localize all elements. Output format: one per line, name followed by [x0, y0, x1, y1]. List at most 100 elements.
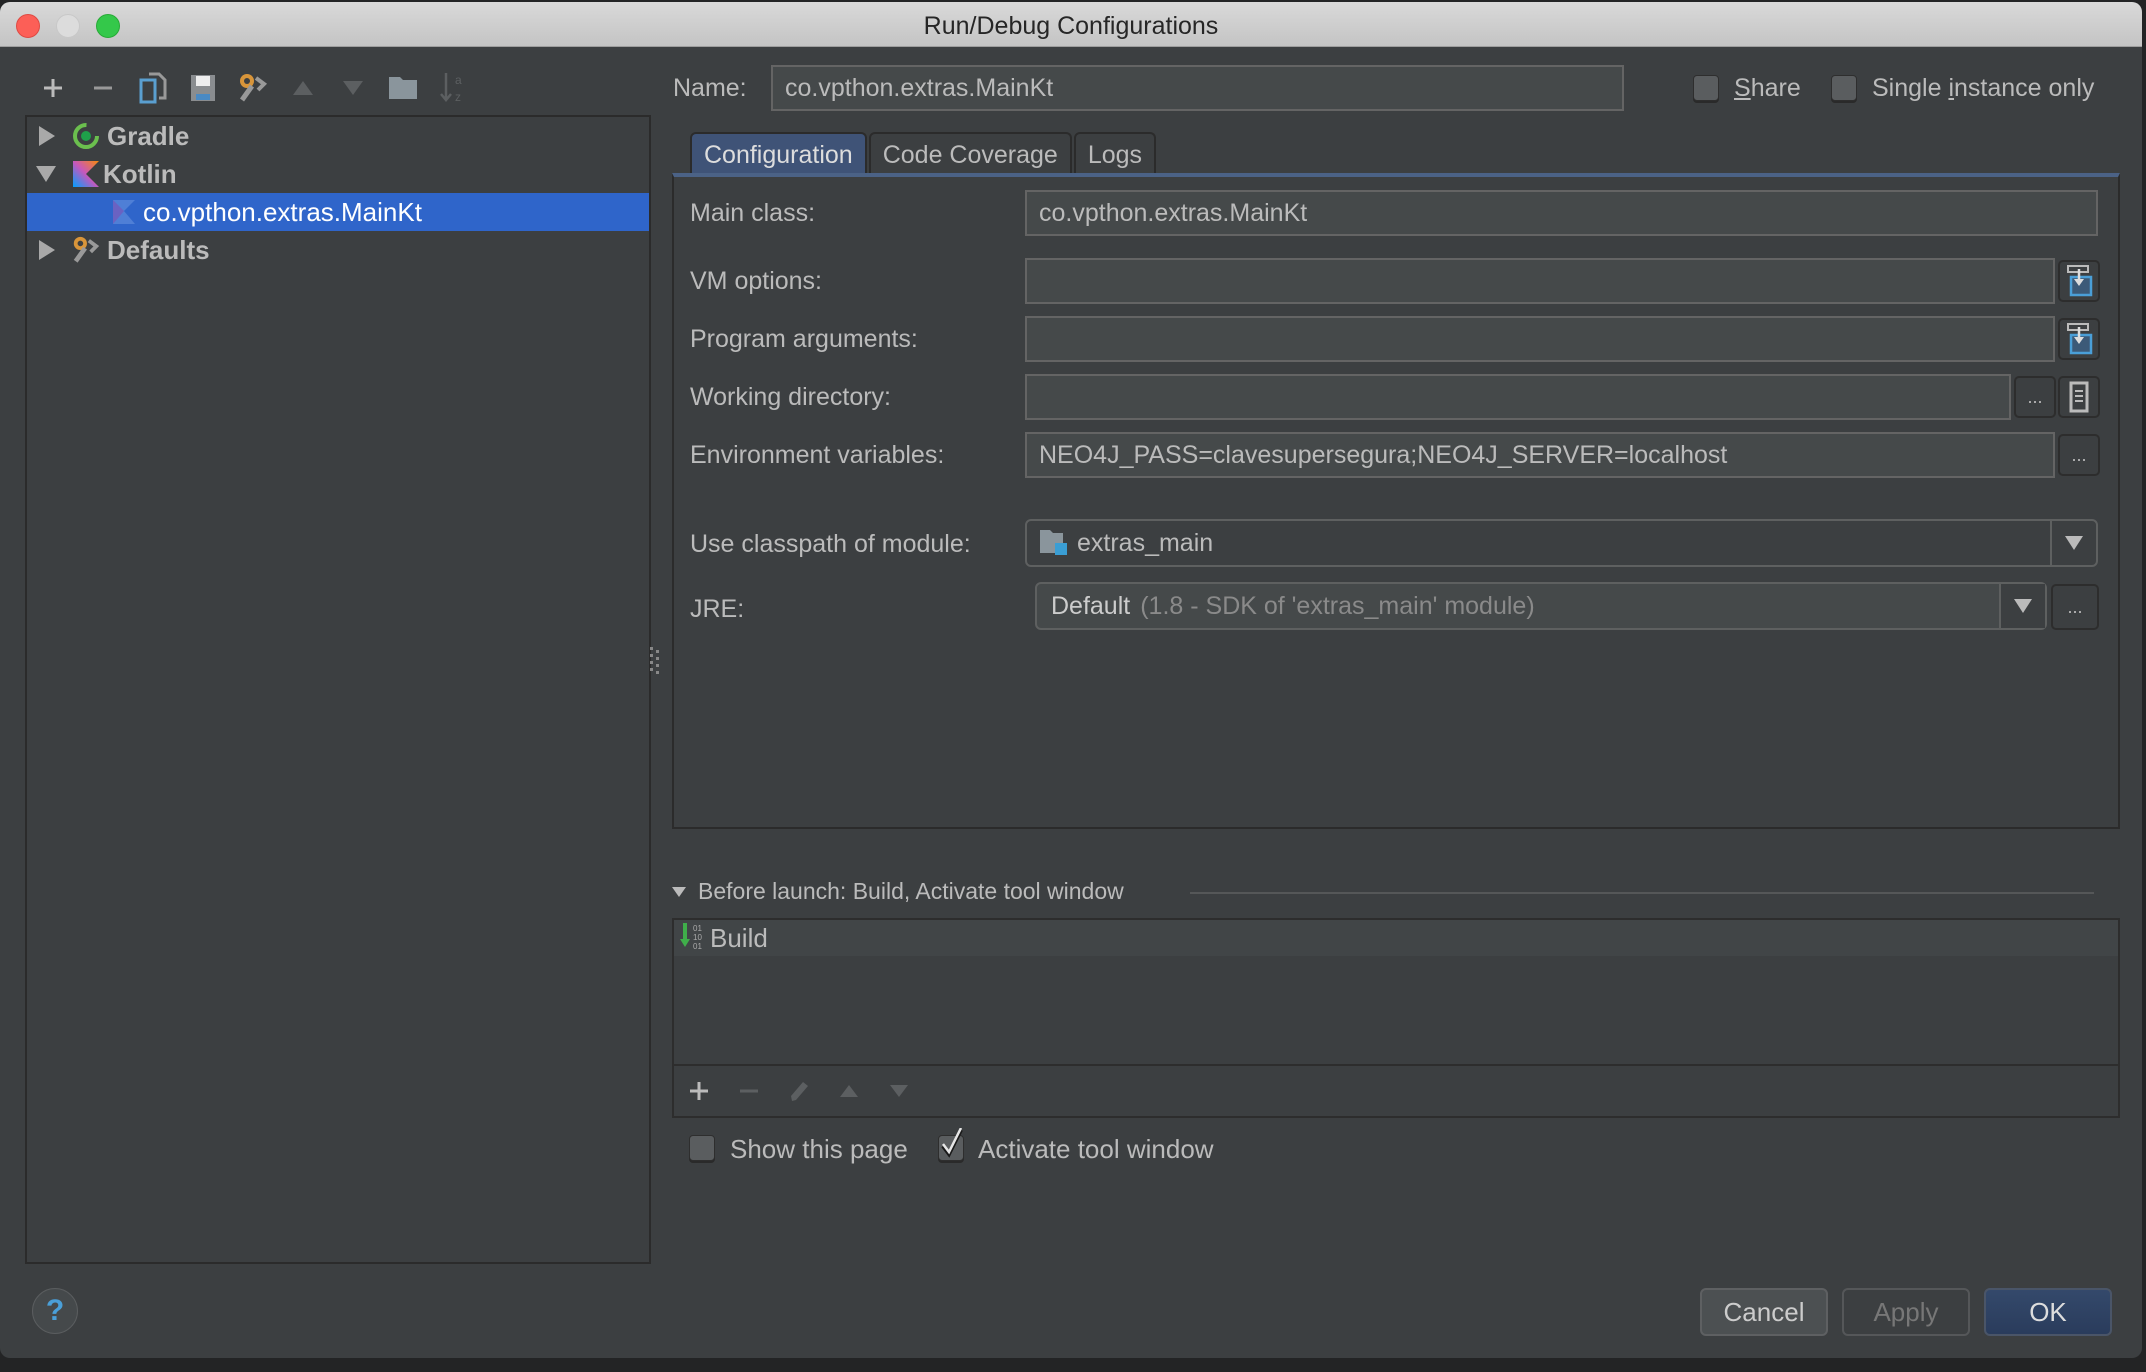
create-folder-button[interactable] [378, 68, 428, 108]
add-configuration-button[interactable] [28, 68, 78, 108]
before-launch-title: Before launch: Build, Activate tool wind… [698, 878, 1124, 904]
remove-icon [740, 1089, 758, 1093]
run-debug-dialog: Run/Debug Configurations az Gradle Kotli… [0, 2, 2142, 1358]
move-up-icon [293, 81, 313, 95]
jre-dropdown[interactable]: Default (1.8 - SDK of 'extras_main' modu… [1035, 582, 2047, 630]
show-this-page-label: Show this page [730, 1134, 908, 1164]
main-class-label: Main class: [690, 199, 816, 227]
module-folder-icon [1040, 530, 1067, 555]
help-button[interactable]: ? [32, 1288, 78, 1334]
expand-field-icon [2067, 323, 2093, 355]
save-configuration-button[interactable] [178, 68, 228, 108]
copy-configuration-button[interactable] [128, 68, 178, 108]
share-label: Share [1734, 74, 1801, 102]
show-this-page-checkbox[interactable] [689, 1135, 715, 1161]
move-up-button[interactable] [278, 68, 328, 108]
edit-defaults-icon [239, 74, 268, 102]
share-checkbox[interactable] [1693, 75, 1719, 101]
vm-options-input[interactable] [1025, 258, 2055, 304]
main-class-input[interactable]: co.vpthon.extras.MainKt [1025, 190, 2098, 236]
move-down-icon [343, 81, 363, 95]
name-input[interactable]: co.vpthon.extras.MainKt [771, 65, 1624, 111]
ellipsis-icon: ... [2067, 596, 2083, 617]
svg-text:01: 01 [693, 924, 702, 933]
expand-arrow-icon[interactable] [39, 240, 55, 260]
tree-item-label: Defaults [107, 234, 210, 265]
before-launch-item-label: Build [710, 922, 768, 953]
collapse-arrow-icon[interactable] [36, 166, 56, 182]
sort-configurations-button[interactable]: az [428, 68, 478, 108]
title-bar: Run/Debug Configurations [0, 2, 2142, 47]
help-icon: ? [45, 1294, 65, 1327]
chevron-down-icon [2014, 599, 2032, 613]
before-launch-toolbar [674, 1064, 2118, 1116]
apply-button[interactable]: Apply [1842, 1288, 1970, 1336]
kotlin-icon [73, 161, 99, 187]
add-icon [690, 1082, 708, 1100]
folder-icon [389, 77, 417, 99]
jre-detail: (1.8 - SDK of 'extras_main' module) [1140, 591, 1535, 620]
tab-configuration[interactable]: Configuration [690, 132, 867, 176]
window-title: Run/Debug Configurations [923, 12, 1219, 40]
insert-macro-button[interactable] [2058, 376, 2100, 418]
move-task-down-button[interactable] [874, 1066, 924, 1116]
sort-icon: az [440, 73, 462, 104]
tab-logs[interactable]: Logs [1073, 132, 1157, 176]
environment-variables-label: Environment variables: [690, 441, 945, 469]
move-down-icon [890, 1085, 908, 1097]
tree-item-label: Kotlin [103, 158, 177, 189]
classpath-module-dropdown[interactable]: extras_main [1025, 519, 2098, 567]
working-directory-label: Working directory: [690, 383, 891, 411]
splitter-handle[interactable] [650, 647, 660, 679]
svg-text:01: 01 [693, 942, 702, 951]
expand-field-icon [2067, 265, 2093, 297]
macro-icon [2069, 381, 2089, 413]
single-instance-checkbox[interactable] [1831, 75, 1857, 101]
tree-item-label: co.vpthon.extras.MainKt [143, 196, 422, 227]
add-task-button[interactable] [674, 1066, 724, 1116]
tree-item-kotlin[interactable]: Kotlin [27, 155, 649, 193]
move-down-button[interactable] [328, 68, 378, 108]
configuration-tree: Gradle Kotlin co.vpthon.extras.MainKt De… [25, 115, 651, 1264]
save-icon [191, 75, 215, 101]
sidebar-toolbar: az [28, 68, 478, 108]
working-directory-input[interactable] [1025, 374, 2011, 420]
ok-button[interactable]: OK [1984, 1288, 2112, 1336]
remove-icon [94, 86, 112, 90]
kotlin-file-icon [113, 200, 135, 224]
before-launch-item-build[interactable]: 01 10 01 Build [674, 920, 2118, 956]
tree-item-mainkt[interactable]: co.vpthon.extras.MainKt [27, 193, 649, 231]
cancel-button[interactable]: Cancel [1700, 1288, 1828, 1336]
collapse-triangle-icon [672, 886, 686, 897]
remove-configuration-button[interactable] [78, 68, 128, 108]
expand-program-arguments-button[interactable] [2058, 318, 2100, 360]
dropdown-arrow[interactable] [1999, 584, 2045, 628]
remove-task-button[interactable] [724, 1066, 774, 1116]
edit-defaults-button[interactable] [228, 68, 278, 108]
checkmark-icon [941, 1128, 963, 1158]
edit-environment-variables-button[interactable]: ... [2058, 434, 2100, 476]
before-launch-header[interactable]: Before launch: Build, Activate tool wind… [672, 878, 1124, 905]
program-arguments-input[interactable] [1025, 316, 2055, 362]
edit-task-button[interactable] [774, 1066, 824, 1116]
add-icon [44, 79, 62, 97]
expand-vm-options-button[interactable] [2058, 260, 2100, 302]
tree-item-gradle[interactable]: Gradle [27, 117, 649, 155]
dropdown-arrow[interactable] [2050, 521, 2096, 565]
before-launch-list: 01 10 01 Build [672, 918, 2120, 1118]
browse-jre-button[interactable]: ... [2051, 584, 2099, 630]
wrench-icon [73, 236, 100, 263]
ellipsis-icon: ... [2027, 386, 2043, 407]
classpath-module-value: extras_main [1077, 528, 1214, 557]
browse-working-directory-button[interactable]: ... [2014, 376, 2056, 418]
single-instance-label: Single instance only [1872, 74, 2095, 102]
activate-tool-window-checkbox[interactable] [938, 1128, 964, 1161]
name-label: Name: [673, 74, 747, 102]
copy-icon [139, 72, 167, 104]
tab-code-coverage[interactable]: Code Coverage [868, 132, 1072, 176]
move-task-up-button[interactable] [824, 1066, 874, 1116]
environment-variables-input[interactable]: NEO4J_PASS=clavesupersegura;NEO4J_SERVER… [1025, 432, 2055, 478]
tree-item-defaults[interactable]: Defaults [27, 231, 649, 269]
tree-item-label: Gradle [107, 120, 190, 151]
expand-arrow-icon[interactable] [39, 126, 55, 146]
